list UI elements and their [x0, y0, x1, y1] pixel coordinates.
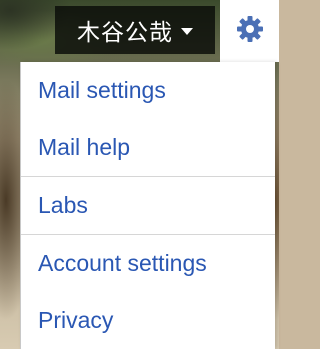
top-bar: 木谷公哉: [0, 0, 279, 62]
chevron-down-icon: [181, 27, 193, 35]
menu-item-mail-settings[interactable]: Mail settings: [21, 62, 275, 119]
menu-item-mail-help[interactable]: Mail help: [21, 119, 275, 176]
menu-item-privacy[interactable]: Privacy: [21, 292, 275, 349]
settings-dropdown-menu: Mail settings Mail help Labs Account set…: [20, 62, 275, 349]
user-name: 木谷公哉: [77, 20, 173, 46]
account-menu-button[interactable]: 木谷公哉: [55, 6, 215, 54]
gear-icon: [235, 14, 265, 49]
settings-button[interactable]: [220, 0, 279, 62]
menu-item-labs[interactable]: Labs: [21, 177, 275, 234]
menu-item-account-settings[interactable]: Account settings: [21, 235, 275, 292]
